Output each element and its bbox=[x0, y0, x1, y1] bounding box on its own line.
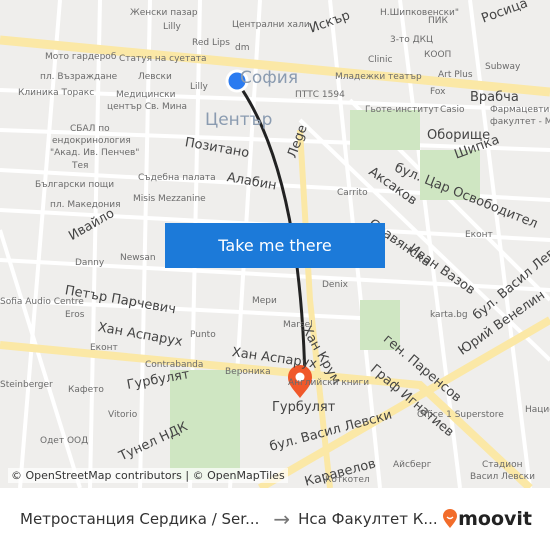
place-label: Еконт bbox=[90, 343, 118, 353]
place-label: Васил Левски bbox=[470, 472, 535, 482]
place-label: dm bbox=[235, 43, 250, 53]
place-label: София bbox=[240, 68, 299, 88]
place-label: ПИК bbox=[428, 16, 448, 26]
place-label: СБАЛ по bbox=[70, 124, 110, 134]
place-label: Vitorio bbox=[108, 410, 138, 420]
place-label: Eros bbox=[65, 310, 85, 320]
place-label: Subway bbox=[485, 62, 521, 72]
place-label: Английски книги bbox=[288, 378, 370, 388]
place-label: Office 1 Superstore bbox=[417, 410, 504, 420]
place-label: факултет - МУ bbox=[490, 117, 550, 127]
map[interactable]: Женски пазар Lilly Централни хали Искър Н.Ши… bbox=[0, 0, 550, 488]
place-label: Женски пазар bbox=[130, 8, 198, 18]
take-me-there-button[interactable]: Take me there bbox=[165, 223, 385, 268]
place-label: Newsan bbox=[120, 253, 156, 263]
place-label: Steinberger bbox=[0, 380, 53, 390]
place-label: Мери bbox=[252, 296, 277, 306]
place-label: Национален bbox=[525, 405, 550, 415]
place-label: Вероника bbox=[225, 367, 271, 377]
street-label: Врабча bbox=[470, 90, 519, 105]
place-label: Български пощи bbox=[35, 180, 115, 190]
place-label: Punto bbox=[190, 330, 216, 340]
place-label: Clinic bbox=[368, 55, 393, 65]
place-label: Стадион bbox=[482, 460, 523, 470]
place-label: Danny bbox=[75, 258, 105, 268]
place-label: Коткотел bbox=[325, 475, 370, 485]
place-label: Marsel bbox=[283, 320, 313, 330]
place-label: Статуя на суетата bbox=[119, 54, 207, 64]
place-label: Медицински bbox=[116, 90, 176, 100]
place-label: "Акад. Ив. Пенчев" bbox=[50, 148, 140, 158]
route-origin: Метростанция Сердика / Ser... bbox=[20, 510, 260, 528]
place-label: 3-то ДКЦ bbox=[390, 35, 433, 45]
place-label: КООП bbox=[424, 50, 452, 60]
place-label: Sofia Audio Centre bbox=[0, 297, 84, 307]
place-label: Айсберг bbox=[393, 460, 432, 470]
place-label: Одет ООД bbox=[40, 436, 89, 446]
moovit-logo: moovit bbox=[442, 508, 532, 530]
place-label: Централни хали bbox=[232, 20, 310, 30]
place-label: Fox bbox=[430, 87, 446, 97]
moovit-pin-icon bbox=[443, 509, 458, 528]
place-label: Art Plus bbox=[438, 70, 473, 80]
place-label: Младежки театър bbox=[335, 72, 422, 82]
place-label: Кафето bbox=[68, 385, 104, 395]
place-label: Lilly bbox=[190, 82, 208, 92]
street-label: Гурбулят bbox=[272, 400, 336, 415]
place-label: Еконт bbox=[465, 230, 493, 240]
place-label: Red Lips bbox=[192, 38, 230, 48]
place-label: karta.bg bbox=[430, 310, 468, 320]
place-label: Carrito bbox=[337, 188, 368, 198]
arrow-right-icon: → bbox=[273, 507, 291, 531]
place-label: център Св. Мина bbox=[107, 102, 188, 112]
place-label: Левски bbox=[138, 72, 172, 82]
place-label: Misis Mezzanine bbox=[133, 194, 206, 204]
place-label: Casio bbox=[440, 105, 465, 115]
place-label: Тея bbox=[72, 161, 89, 171]
place-label: ендокринология bbox=[52, 136, 131, 146]
place-label: Гьоте-институт bbox=[365, 105, 439, 115]
place-label: Клиника Торакс bbox=[18, 88, 95, 98]
place-label: Мото гардероб bbox=[45, 52, 117, 62]
place-label: Фармацевтичен bbox=[490, 105, 550, 115]
place-label: Център bbox=[205, 110, 273, 130]
place-label: Съдебна палата bbox=[138, 173, 216, 183]
place-label: Denix bbox=[322, 280, 348, 290]
place-label: Lilly bbox=[163, 22, 181, 32]
moovit-wordmark: moovit bbox=[458, 508, 532, 530]
route-footer: Метростанция Сердика / Ser... → Нса Факу… bbox=[0, 488, 550, 550]
map-attribution[interactable]: © OpenStreetMap contributors | © OpenMap… bbox=[8, 468, 288, 483]
place-label: пл. Възраждане bbox=[40, 72, 118, 82]
place-label: ПТТС 1594 bbox=[295, 90, 345, 100]
route-destination: Нса Факултет К... bbox=[298, 510, 438, 528]
